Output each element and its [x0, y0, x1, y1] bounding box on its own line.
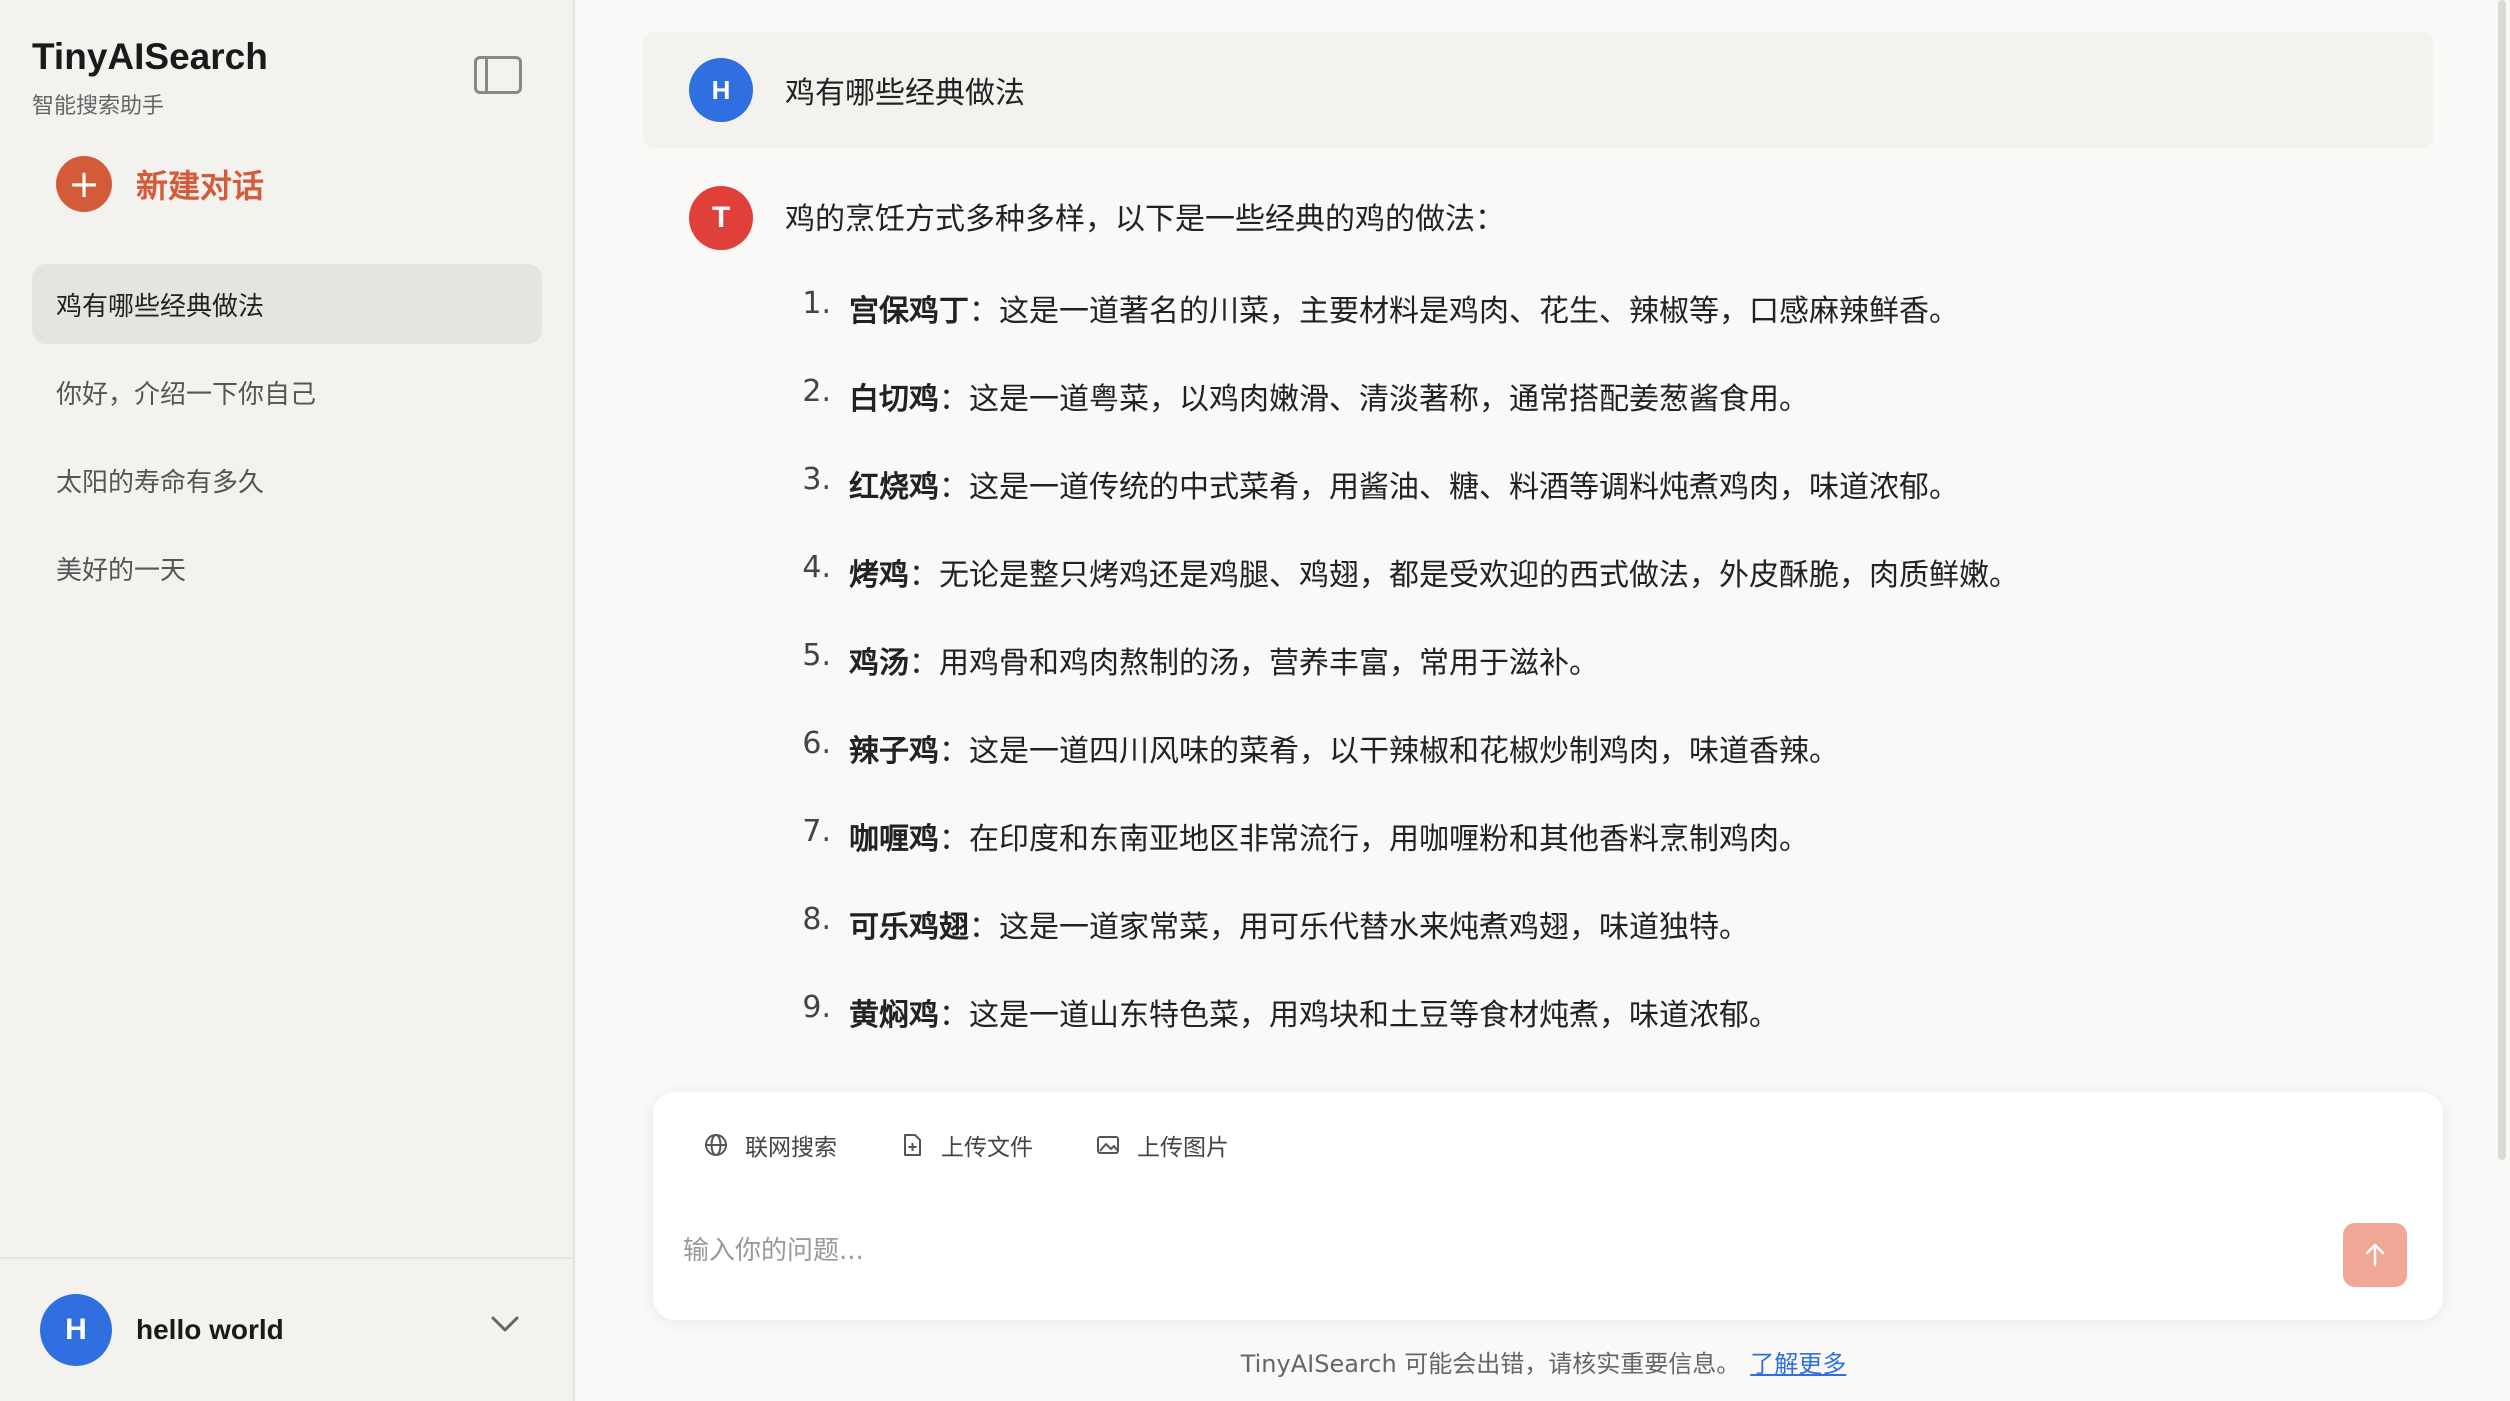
brand-subtitle: 智能搜索助手 — [32, 94, 165, 119]
list-item: 6. 辣子鸡 ：这是一道四川风味的菜肴，以干辣椒和花椒炒制鸡肉，味道香辣。 — [785, 726, 2345, 814]
item-number: 3. — [802, 462, 831, 497]
item-term: 宫保鸡丁 — [849, 294, 969, 329]
plus-icon: + — [56, 156, 112, 212]
upload-file-label: 上传文件 — [941, 1135, 1033, 1161]
chat-history-list: 鸡有哪些经典做法 你好，介绍一下你自己 太阳的寿命有多久 美好的一天 — [32, 264, 542, 616]
item-description: ：这是一道四川风味的菜肴，以干辣椒和花椒炒制鸡肉，味道香辣。 — [939, 734, 1839, 769]
item-term: 黄焖鸡 — [849, 998, 939, 1033]
user-name: hello world — [136, 1314, 284, 1345]
item-number: 1. — [802, 286, 831, 321]
question-input[interactable] — [683, 1226, 2043, 1276]
footer-disclaimer: TinyAISearch 可能会出错，请核实重要信息。 — [1240, 1350, 1741, 1378]
web-search-label: 联网搜索 — [745, 1135, 837, 1161]
list-item: 2. 白切鸡 ：这是一道粤菜，以鸡肉嫩滑、清淡著称，通常搭配姜葱酱食用。 — [785, 374, 2345, 462]
scrollbar[interactable] — [2498, 0, 2506, 1160]
web-search-button[interactable]: 联网搜索 — [703, 1128, 837, 1162]
send-button[interactable] — [2343, 1223, 2407, 1287]
item-number: 6. — [802, 726, 831, 761]
item-number: 2. — [802, 374, 831, 409]
item-description: ：这是一道著名的川菜，主要材料是鸡肉、花生、辣椒等，口感麻辣鲜香。 — [969, 294, 1959, 329]
item-number: 7. — [802, 814, 831, 849]
list-item: 8. 可乐鸡翅 ：这是一道家常菜，用可乐代替水来炖煮鸡翅，味道独特。 — [785, 902, 2345, 990]
history-item[interactable]: 鸡有哪些经典做法 — [32, 264, 542, 344]
user-message-text: 鸡有哪些经典做法 — [785, 76, 1025, 111]
composer: 联网搜索 上传文件 上传图片 — [653, 1092, 2443, 1320]
chat-main: H 鸡有哪些经典做法 T 鸡的烹饪方式多种多样，以下是一些经典的鸡的做法： 1.… — [577, 0, 2510, 1401]
assistant-avatar: T — [689, 186, 753, 250]
item-description: ：这是一道家常菜，用可乐代替水来炖煮鸡翅，味道独特。 — [969, 910, 1749, 945]
item-description: ：这是一道传统的中式菜肴，用酱油、糖、料酒等调料炖煮鸡肉，味道浓郁。 — [939, 470, 1959, 505]
composer-fade — [653, 1060, 2443, 1094]
image-icon — [1097, 1136, 1119, 1154]
list-item: 1. 宫保鸡丁 ：这是一道著名的川菜，主要材料是鸡肉、花生、辣椒等，口感麻辣鲜香。 — [785, 286, 2345, 374]
sidebar-toggle-icon[interactable] — [474, 56, 522, 94]
item-term: 可乐鸡翅 — [849, 910, 969, 945]
item-term: 红烧鸡 — [849, 470, 939, 505]
history-item[interactable]: 太阳的寿命有多久 — [32, 440, 542, 520]
user-message: H 鸡有哪些经典做法 — [643, 32, 2433, 148]
item-number: 4. — [802, 550, 831, 585]
upload-image-label: 上传图片 — [1137, 1135, 1229, 1161]
item-description: ：这是一道山东特色菜，用鸡块和土豆等食材炖煮，味道浓郁。 — [939, 998, 1779, 1033]
item-term: 咖喱鸡 — [849, 822, 939, 857]
assistant-intro: 鸡的烹饪方式多种多样，以下是一些经典的鸡的做法： — [785, 202, 1505, 237]
globe-icon — [705, 1134, 727, 1156]
file-upload-icon — [904, 1134, 921, 1156]
upload-file-button[interactable]: 上传文件 — [899, 1128, 1033, 1162]
item-term: 辣子鸡 — [849, 734, 939, 769]
sidebar: TinyAISearch 智能搜索助手 + 新建对话 鸡有哪些经典做法 你好，介… — [0, 0, 575, 1401]
list-item: 7. 咖喱鸡 ：在印度和东南亚地区非常流行，用咖喱粉和其他香料烹制鸡肉。 — [785, 814, 2345, 902]
item-term: 烤鸡 — [849, 558, 909, 593]
user-avatar: H — [40, 1294, 112, 1366]
answer-list: 1. 宫保鸡丁 ：这是一道著名的川菜，主要材料是鸡肉、花生、辣椒等，口感麻辣鲜香。 … — [785, 286, 2345, 1186]
history-item[interactable]: 美好的一天 — [32, 528, 542, 608]
list-item: 4. 烤鸡 ：无论是整只烤鸡还是鸡腿、鸡翅，都是受欢迎的西式做法，外皮酥脆，肉质鲜嫩… — [785, 550, 2345, 638]
composer-tools: 联网搜索 上传文件 上传图片 — [703, 1128, 1291, 1162]
item-term: 白切鸡 — [849, 382, 939, 417]
brand-title: TinyAISearch — [32, 36, 268, 77]
upload-image-button[interactable]: 上传图片 — [1095, 1128, 1229, 1162]
item-description: ：在印度和东南亚地区非常流行，用咖喱粉和其他香料烹制鸡肉。 — [939, 822, 1809, 857]
chevron-down-icon[interactable] — [490, 1309, 520, 1339]
list-item: 5. 鸡汤 ：用鸡骨和鸡肉熬制的汤，营养丰富，常用于滋补。 — [785, 638, 2345, 726]
item-term: 鸡汤 — [849, 646, 909, 681]
user-menu[interactable]: H hello world — [0, 1257, 575, 1401]
item-description: ：用鸡骨和鸡肉熬制的汤，营养丰富，常用于滋补。 — [909, 646, 1599, 681]
item-number: 5. — [802, 638, 831, 673]
footer: TinyAISearch 可能会出错，请核实重要信息。 了解更多 — [577, 1344, 2510, 1379]
item-number: 9. — [802, 990, 831, 1025]
user-message-avatar: H — [689, 58, 753, 122]
item-description: ：无论是整只烤鸡还是鸡腿、鸡翅，都是受欢迎的西式做法，外皮酥脆，肉质鲜嫩。 — [909, 558, 2019, 593]
app: TinyAISearch 智能搜索助手 + 新建对话 鸡有哪些经典做法 你好，介… — [0, 0, 2510, 1401]
history-item[interactable]: 你好，介绍一下你自己 — [32, 352, 542, 432]
arrow-up-icon — [2365, 1243, 2385, 1267]
learn-more-link[interactable]: 了解更多 — [1750, 1350, 1846, 1378]
item-number: 8. — [802, 902, 831, 937]
item-description: ：这是一道粤菜，以鸡肉嫩滑、清淡著称，通常搭配姜葱酱食用。 — [939, 382, 1809, 417]
new-chat-button[interactable]: + 新建对话 — [56, 156, 264, 212]
list-item: 3. 红烧鸡 ：这是一道传统的中式菜肴，用酱油、糖、料酒等调料炖煮鸡肉，味道浓郁。 — [785, 462, 2345, 550]
new-chat-label: 新建对话 — [136, 167, 265, 205]
